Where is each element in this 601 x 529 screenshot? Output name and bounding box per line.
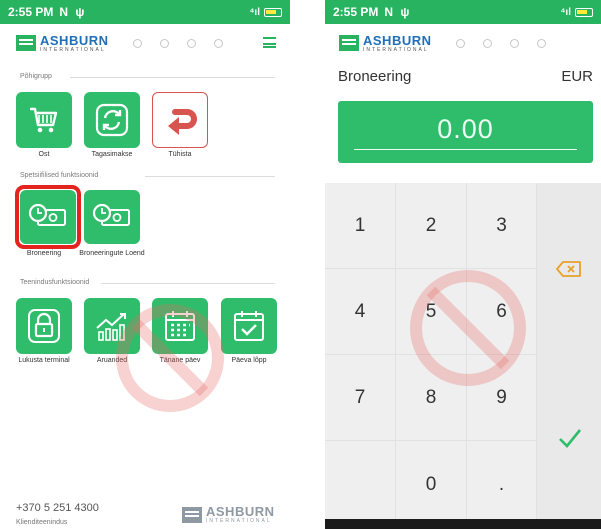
page-dot (536, 38, 546, 48)
page-dot (482, 38, 492, 48)
lock-icon (28, 309, 60, 343)
confirm-check-icon[interactable] (557, 426, 583, 450)
keypad-action-column (537, 183, 601, 529)
page-dot (455, 38, 465, 48)
app-bar: ASHBURN INTERNATIONAL (0, 24, 290, 62)
numeric-keypad: 1 2 3 4 5 6 7 8 9 0 . (325, 183, 601, 529)
tile-label-broneeringute-loend: Broneeringute Loend (79, 250, 145, 257)
clock-money-icon (28, 203, 66, 226)
battery-icon (264, 7, 282, 17)
hamburger-menu-icon[interactable] (263, 37, 276, 48)
amount-underline (354, 149, 577, 150)
page-dot (509, 38, 519, 48)
section-title-specific: Spetsiifilised funktsioonid (20, 172, 99, 179)
key-9[interactable]: 9 (467, 355, 537, 441)
key-1[interactable]: 1 (325, 183, 396, 269)
key-8[interactable]: 8 (396, 355, 467, 441)
status-time: 2:55 PM (8, 5, 54, 19)
page-title: Broneering (338, 68, 412, 85)
app-bar: ASHBURN INTERNATIONAL (325, 24, 601, 62)
tile-label-lukusta-terminal: Lukusta terminal (18, 357, 70, 364)
logo-tagline: INTERNATIONAL (40, 46, 106, 53)
tile-label-tuhista: Tühista (168, 151, 192, 158)
page-dot (186, 38, 196, 48)
cart-icon (30, 107, 58, 133)
backspace-icon[interactable] (556, 261, 582, 277)
page-indicator (132, 38, 223, 48)
reservation-screen: 2:55 PM N ψ ⁴ıl ASHBURN INTERNATIONAL Br… (325, 0, 601, 529)
refresh-icon (95, 103, 129, 137)
tile-tanane-paev[interactable] (152, 298, 208, 354)
logo-tagline: INTERNATIONAL (363, 46, 429, 53)
navigation-bar (325, 519, 601, 529)
currency-label: EUR (561, 68, 593, 85)
chart-icon (96, 313, 126, 341)
signal-icon: ⁴ıl (560, 6, 571, 18)
key-3[interactable]: 3 (467, 183, 537, 269)
footer-ashburn-logo: ASHBURN INTERNATIONAL (182, 505, 275, 524)
tile-broneering[interactable] (20, 190, 76, 244)
amount-value: 0.00 (437, 114, 494, 144)
status-bar: 2:55 PM N ψ ⁴ıl (0, 0, 290, 24)
ashburn-logo: ASHBURN INTERNATIONAL (339, 34, 432, 53)
section-divider (101, 283, 275, 284)
signal-icon: ⁴ıl (249, 6, 260, 18)
page-indicator (455, 38, 546, 48)
tile-label-paeva-lopp: Päeva lõpp (231, 357, 267, 364)
status-time: 2:55 PM (333, 5, 379, 19)
tile-label-tanane-paev: Tänane päev (159, 357, 201, 364)
page-dot (213, 38, 223, 48)
section-divider (145, 176, 275, 177)
logo-name: ASHBURN (363, 32, 432, 48)
undo-icon (168, 109, 197, 135)
ashburn-logo: ASHBURN INTERNATIONAL (16, 34, 109, 53)
key-2[interactable]: 2 (396, 183, 467, 269)
logo-mark-icon (16, 35, 36, 51)
page-dot (132, 38, 142, 48)
key-empty (325, 441, 396, 529)
key-4[interactable]: 4 (325, 269, 396, 355)
tile-label-ost: Ost (38, 151, 50, 158)
key-0[interactable]: 0 (396, 441, 467, 529)
tile-tagasimakse[interactable] (84, 92, 140, 148)
tile-paeva-lopp[interactable] (221, 298, 277, 354)
key-7[interactable]: 7 (325, 355, 396, 441)
logo-tagline: INTERNATIONAL (206, 518, 272, 524)
section-divider (70, 77, 275, 78)
key-6[interactable]: 6 (467, 269, 537, 355)
page-dot (159, 38, 169, 48)
support-caption: Klienditeenindus (16, 519, 68, 526)
battery-icon (575, 7, 593, 17)
reservation-header: Broneering EUR (338, 68, 593, 85)
logo-name: ASHBURN (206, 504, 275, 519)
tile-label-tagasimakse: Tagasimakse (91, 151, 133, 158)
tile-broneeringute-loend[interactable] (84, 190, 140, 244)
logo-name: ASHBURN (40, 32, 109, 48)
section-title-main: Põhigrupp (20, 73, 52, 80)
key-5[interactable]: 5 (396, 269, 467, 355)
logo-mark-icon (339, 35, 359, 51)
main-menu-screen: 2:55 PM N ψ ⁴ıl ASHBURN INTERNATIONAL Põ… (0, 0, 290, 529)
calendar-check-icon (234, 311, 264, 341)
status-icons: N ψ (384, 5, 412, 19)
tile-ost[interactable] (16, 92, 72, 148)
tile-aruanded[interactable] (84, 298, 140, 354)
tile-tuhista[interactable] (152, 92, 208, 148)
tile-label-aruanded: Aruanded (96, 357, 128, 364)
section-title-service: Teenindusfunktsioonid (20, 279, 90, 286)
support-phone[interactable]: +370 5 251 4300 (16, 502, 99, 514)
tile-lukusta-terminal[interactable] (16, 298, 72, 354)
calendar-icon (165, 311, 195, 341)
status-bar: 2:55 PM N ψ ⁴ıl (325, 0, 601, 24)
clock-money-icon (92, 203, 130, 226)
tile-label-broneering: Broneering (26, 250, 62, 257)
amount-field[interactable]: 0.00 (338, 101, 593, 163)
key-decimal[interactable]: . (467, 441, 537, 529)
logo-mark-icon (182, 506, 202, 523)
status-icons: N ψ (59, 5, 87, 19)
